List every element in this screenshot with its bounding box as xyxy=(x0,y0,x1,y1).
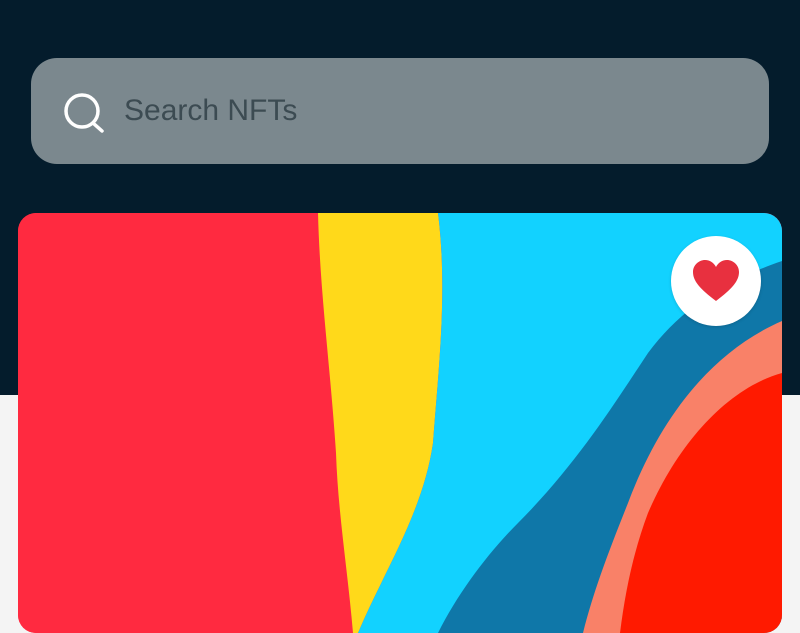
heart-icon xyxy=(693,260,739,301)
search-input[interactable] xyxy=(124,58,744,164)
nft-card[interactable] xyxy=(18,213,782,633)
favorite-button[interactable] xyxy=(671,236,761,326)
nft-artwork-image xyxy=(18,213,782,633)
search-icon[interactable] xyxy=(62,91,108,137)
